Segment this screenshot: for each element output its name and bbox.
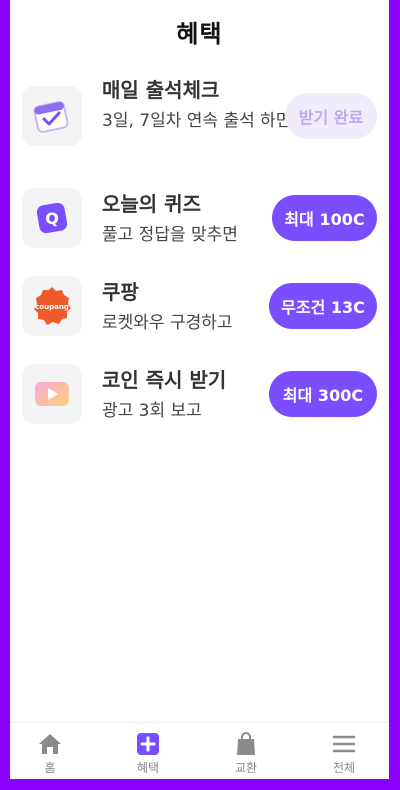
tab-label: 홈 [44, 761, 56, 775]
reward-desc: 광고 3회 보고 [102, 401, 202, 421]
tab-label: 교환 [234, 761, 258, 775]
svg-text:coupang: coupang [35, 303, 69, 311]
video-play-icon [22, 364, 82, 424]
reward-button[interactable]: 최대 300C [269, 371, 377, 417]
reward-item-quiz[interactable]: Q 오늘의 퀴즈 풀고 정답을 맞추면 최대 100C [22, 188, 377, 248]
reward-title: 쿠팡 [102, 280, 139, 304]
reward-title: 코인 즉시 받기 [102, 368, 227, 392]
tab-all[interactable]: 전체 [304, 731, 384, 776]
reward-title: 매일 출석체크 [102, 78, 220, 102]
page-title: 혜택 [176, 20, 223, 48]
app-screen: 혜택 매일 출석체크 3일, 7일차 연속 출석 하면 받기 완료 Q 오늘의 … [10, 0, 389, 779]
coupang-logo: coupang [22, 276, 82, 336]
home-icon [10, 731, 90, 757]
calendar-check-icon [22, 86, 82, 146]
quiz-q-icon: Q [22, 188, 82, 248]
reward-item-coupang[interactable]: coupang 쿠팡 로켓와우 구경하고 무조건 13C [22, 276, 377, 336]
reward-desc: 로켓와우 구경하고 [102, 313, 233, 333]
shopping-bag-icon [206, 731, 286, 757]
tab-label: 혜택 [136, 761, 160, 775]
reward-button[interactable]: 최대 100C [272, 195, 377, 241]
claimed-button[interactable]: 받기 완료 [285, 93, 377, 139]
reward-item-attendance[interactable]: 매일 출석체크 3일, 7일차 연속 출석 하면 받기 완료 [22, 78, 377, 166]
menu-icon [304, 731, 384, 757]
svg-text:Q: Q [45, 209, 59, 228]
tab-benefits[interactable]: 혜택 [108, 731, 188, 776]
reward-desc: 3일, 7일차 연속 출석 하면 [102, 111, 292, 131]
reward-desc: 풀고 정답을 맞추면 [102, 225, 238, 245]
reward-title: 오늘의 퀴즈 [102, 192, 201, 216]
plus-square-icon [108, 731, 188, 757]
tab-label: 전체 [332, 761, 356, 775]
tab-home[interactable]: 홈 [10, 731, 90, 776]
tab-exchange[interactable]: 교환 [206, 731, 286, 776]
reward-item-ad-coins[interactable]: 코인 즉시 받기 광고 3회 보고 최대 300C [22, 364, 377, 424]
reward-button[interactable]: 무조건 13C [269, 283, 377, 329]
bottom-tab-bar: 홈 혜택 교환 전체 [10, 722, 389, 779]
